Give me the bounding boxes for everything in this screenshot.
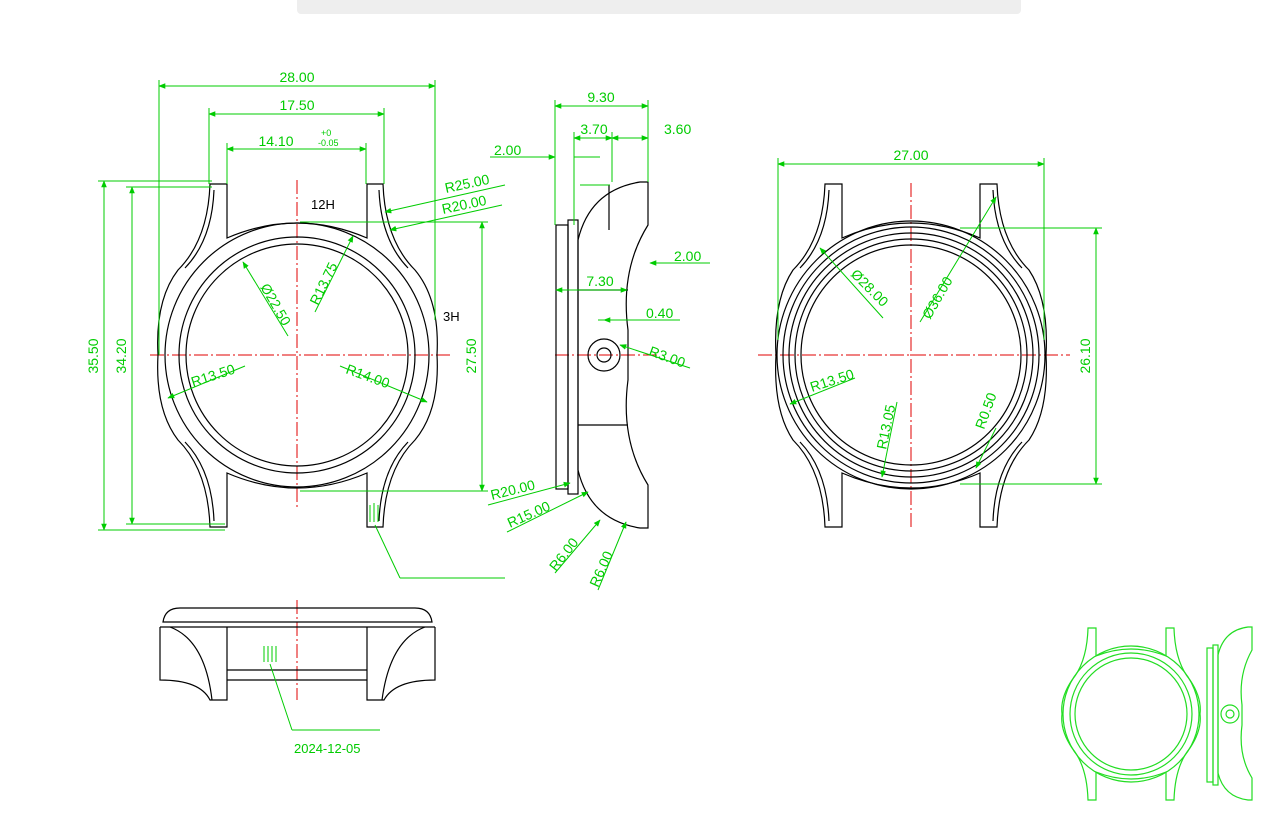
dim-2-00-left: 2.00 <box>494 142 521 158</box>
dim-2-00-right: 2.00 <box>674 248 701 264</box>
bottom-leader <box>263 646 380 731</box>
front-centerlines <box>150 180 450 510</box>
dim-depth: 9.30 <box>587 89 614 105</box>
dim-tol-upper: +0 <box>321 128 331 138</box>
bottom-view: 2024-12-05 <box>159 600 436 756</box>
dim-height-case: 27.50 <box>463 338 479 373</box>
front-hour-labels: 12H 3H <box>311 197 460 324</box>
dim-height-inner: 34.20 <box>113 338 129 373</box>
back-dimension-labels: 27.00 Ø28.00 Ø36.00 26.10 R13.50 R13.05 … <box>808 147 1093 451</box>
dim-3-60: 3.60 <box>664 121 691 137</box>
dim-d22-50: Ø22.50 <box>257 281 294 329</box>
side-view: 9.30 3.70 3.60 2.00 2.00 7.30 0.40 R3.00… <box>487 89 710 591</box>
dim-height-total: 35.50 <box>85 338 101 373</box>
dim-back-height: 26.10 <box>1077 338 1093 373</box>
back-view: 27.00 Ø28.00 Ø36.00 26.10 R13.50 R13.05 … <box>758 147 1102 530</box>
dim-r13-05: R13.05 <box>873 403 898 451</box>
dim-back-r13-50: R13.50 <box>808 366 856 395</box>
dim-tol-lower: -0.05 <box>318 138 339 148</box>
dim-width-inner: 14.10 <box>258 133 293 149</box>
dim-r13-50: R13.50 <box>189 361 237 390</box>
dim-r14: R14.00 <box>344 361 392 392</box>
dim-width-total: 28.00 <box>279 69 314 85</box>
dim-r6-b: R6.00 <box>586 548 616 589</box>
thumbnail-preview <box>1061 626 1253 801</box>
dim-side-r20: R20.00 <box>489 476 537 502</box>
dim-r6-a: R6.00 <box>546 534 582 573</box>
dim-3-70: 3.70 <box>580 121 607 137</box>
technical-drawing: 28.00 17.50 14.10 +0 -0.05 R25.00 R20.00… <box>85 69 1253 801</box>
drawing-date: 2024-12-05 <box>294 741 361 756</box>
dim-7-30: 7.30 <box>586 273 613 289</box>
dim-d36: Ø36.00 <box>919 274 956 322</box>
label-3h: 3H <box>443 309 460 324</box>
dim-r15: R15.00 <box>505 498 553 531</box>
dim-r13-75: R13.75 <box>306 260 340 308</box>
dim-0-40: 0.40 <box>646 305 673 321</box>
dim-r3: R3.00 <box>647 343 688 371</box>
dim-back-width: 27.00 <box>893 147 928 163</box>
dim-width-lug: 17.50 <box>279 97 314 113</box>
label-12h: 12H <box>311 197 335 212</box>
side-dimension-labels: 9.30 3.70 3.60 2.00 2.00 7.30 0.40 R3.00… <box>489 89 702 589</box>
front-dimension-labels: 28.00 17.50 14.10 +0 -0.05 R25.00 R20.00… <box>85 69 491 391</box>
front-dimensions <box>98 80 506 579</box>
back-centerlines <box>758 183 1070 530</box>
front-view: 28.00 17.50 14.10 +0 -0.05 R25.00 R20.00… <box>85 69 506 579</box>
